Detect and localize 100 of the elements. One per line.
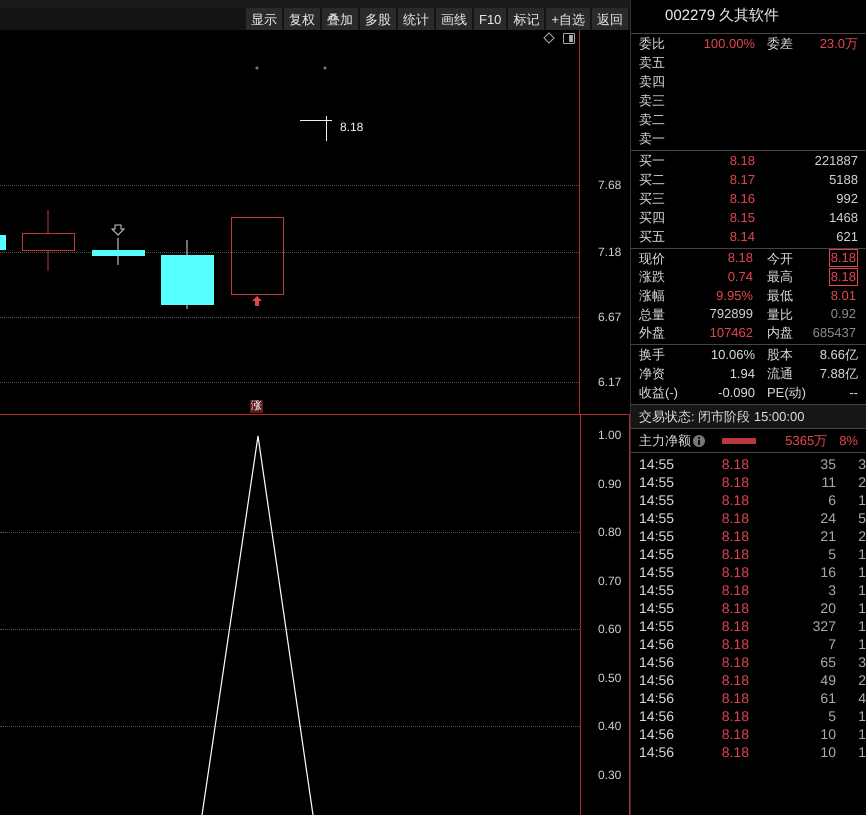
axis-label: 0.40: [598, 720, 622, 732]
field-label: 委差: [767, 34, 794, 53]
field-value: 0.92: [830, 305, 857, 324]
toolbar-button[interactable]: 叠加: [322, 8, 358, 30]
bid-volume: 621: [835, 228, 858, 246]
trade-volume: 24: [819, 508, 836, 528]
trade-volume: 21: [819, 526, 836, 546]
bid-price: 8.16: [728, 190, 755, 208]
bid-price: 8.17: [728, 170, 755, 189]
ask-label: 卖五: [639, 54, 665, 72]
trade-price: 8.18: [720, 616, 749, 636]
trade-volume: 3: [827, 580, 836, 600]
toolbar-button[interactable]: +自选: [546, 8, 590, 30]
trade-time: 14:55: [639, 562, 676, 582]
field-label: 涨幅: [639, 286, 666, 305]
toolbar-button[interactable]: F10: [474, 8, 506, 30]
axis-label: 6.67: [598, 311, 622, 323]
field-value: 107462: [708, 324, 754, 342]
axis-label: 0.50: [598, 672, 622, 684]
trade-volume: 65: [819, 652, 836, 672]
axis-label: 6.17: [598, 376, 622, 388]
toolbar-button[interactable]: 画线: [436, 8, 472, 30]
trade-price: 8.18: [720, 634, 749, 654]
trade-volume: 16: [819, 562, 836, 582]
trade-volume: 61: [819, 688, 836, 708]
field-value: 9.95%: [715, 286, 754, 305]
down-arrow-icon: [110, 224, 126, 236]
field-label: 流通: [767, 365, 794, 384]
trade-time: 14:56: [639, 724, 676, 744]
toolbar-button[interactable]: 返回: [592, 8, 628, 30]
toolbar-button[interactable]: 显示: [246, 8, 282, 30]
trade-time: 14:55: [639, 526, 676, 546]
main-flow-label: 主力净额: [639, 432, 691, 450]
axis-label: 1.00: [598, 429, 622, 441]
field-label: 最低: [767, 286, 794, 305]
field-label: 股本: [767, 346, 794, 364]
axis-label: 0.90: [598, 478, 622, 490]
trade-volume: 5: [827, 706, 836, 726]
toolbar-button[interactable]: 统计: [398, 8, 434, 30]
table-cell-text: 1: [858, 724, 866, 744]
field-value: 7.88亿: [818, 365, 858, 384]
trade-time: 14:56: [639, 652, 676, 672]
toolbar-button[interactable]: 多股: [360, 8, 396, 30]
toolbar-button[interactable]: 标记: [508, 8, 544, 30]
trade-volume: 10: [819, 724, 836, 744]
table-cell-text: 1: [858, 706, 866, 726]
trade-time: 14:55: [639, 598, 676, 618]
bid-label: 买二: [639, 170, 666, 189]
table-cell-text: 2: [858, 472, 866, 492]
trade-volume: 7: [827, 634, 836, 654]
trade-volume: 35: [819, 454, 836, 474]
field-label: 外盘: [639, 324, 666, 342]
field-value: 1.94: [728, 365, 755, 384]
trade-time: 14:56: [639, 742, 676, 762]
ask-label: 卖一: [639, 130, 665, 148]
field-label: 今开: [767, 250, 794, 268]
table-cell-text: 1: [858, 580, 866, 600]
axis-label: 7.68: [598, 179, 622, 191]
trade-time: 14:56: [639, 634, 676, 654]
dot-icon: [256, 66, 258, 70]
trade-price: 8.18: [720, 598, 749, 618]
trade-price: 8.18: [720, 742, 749, 762]
trade-time: 14:55: [639, 454, 676, 474]
trade-volume: 49: [819, 670, 836, 690]
trade-price: 8.18: [720, 706, 749, 726]
candlestick: [161, 240, 214, 310]
ask-label: 卖三: [639, 92, 665, 110]
axis-label: 0.60: [598, 623, 622, 635]
field-label: 量比: [767, 306, 794, 324]
trade-volume: 20: [819, 598, 836, 618]
bid-label: 买五: [639, 228, 666, 246]
field-label: 换手: [639, 346, 666, 364]
panel-toggle-icon[interactable]: [563, 33, 575, 44]
table-cell-text: 1: [858, 616, 866, 636]
field-label: 现价: [639, 250, 666, 268]
field-value: 100.00%: [702, 34, 755, 53]
toolbar-button[interactable]: 复权: [284, 8, 320, 30]
field-value: 23.0万: [818, 34, 858, 53]
trade-price: 8.18: [720, 724, 749, 744]
field-value: 792899: [708, 305, 754, 324]
trade-time: 14:55: [639, 580, 676, 600]
table-cell-text: 1: [858, 634, 866, 654]
trade-volume: 327: [812, 616, 836, 636]
field-value: --: [848, 384, 858, 402]
field-value: 8.18: [828, 249, 858, 268]
trade-price: 8.18: [720, 580, 749, 600]
axis-label: 0.30: [598, 768, 622, 780]
bid-label: 买四: [639, 208, 666, 227]
field-label: PE(动): [767, 384, 807, 402]
table-cell-text: 1: [858, 742, 866, 762]
table-cell-text: 1: [858, 598, 866, 618]
trade-time: 14:56: [639, 688, 676, 708]
trade-volume: 10: [819, 742, 836, 762]
table-cell-text: 1: [858, 490, 866, 510]
info-icon[interactable]: [693, 434, 705, 447]
limit-up-marker: 涨: [250, 400, 263, 413]
trade-volume: 6: [827, 490, 836, 510]
table-cell-text: 1: [858, 562, 866, 582]
bid-price: 8.15: [728, 208, 755, 227]
trade-price: 8.18: [720, 688, 749, 708]
